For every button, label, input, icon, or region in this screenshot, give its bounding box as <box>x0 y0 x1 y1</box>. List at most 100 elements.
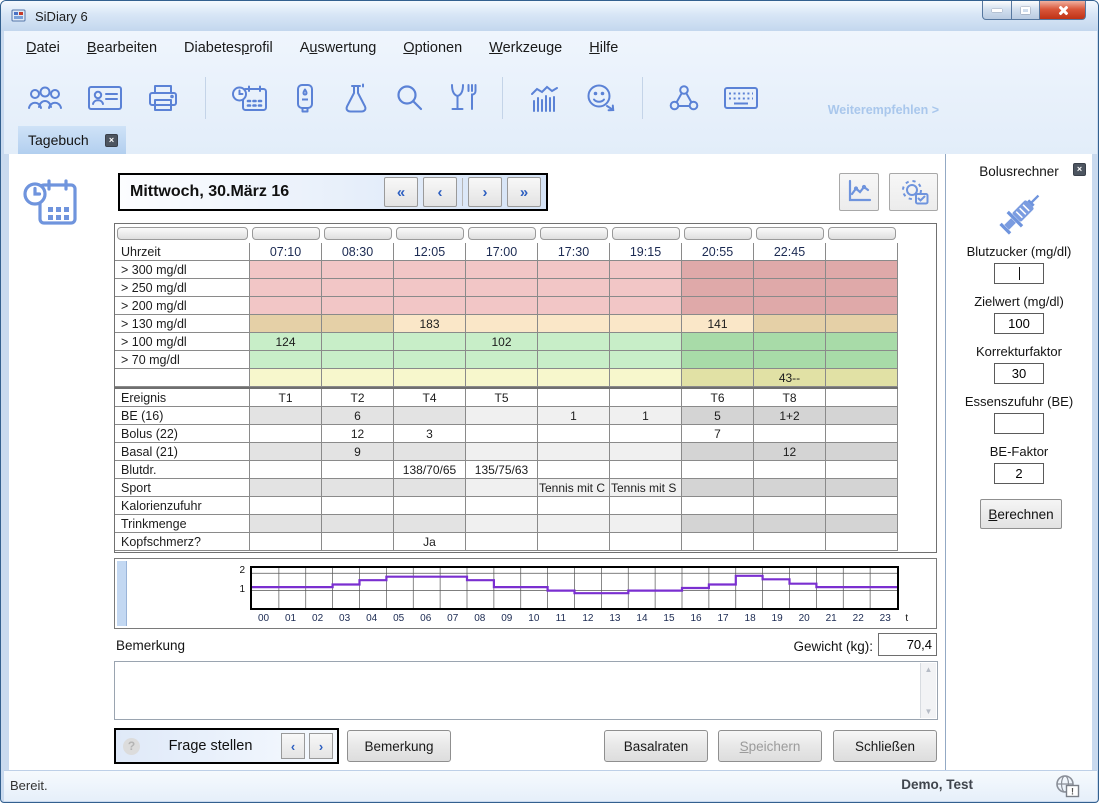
diary-cell[interactable] <box>826 425 898 443</box>
diary-cell[interactable] <box>394 515 466 533</box>
column-button[interactable] <box>612 227 680 240</box>
close-button[interactable] <box>1040 1 1086 20</box>
diary-cell[interactable] <box>466 279 538 297</box>
diary-cell[interactable] <box>538 315 610 333</box>
diary-cell[interactable]: Tennis mit S <box>610 479 682 497</box>
diary-cell[interactable] <box>250 497 322 515</box>
diary-cell[interactable] <box>826 369 898 387</box>
diary-cell[interactable]: Tennis mit C <box>538 479 610 497</box>
diary-cell[interactable] <box>682 333 754 351</box>
diary-cell[interactable] <box>322 315 394 333</box>
diary-cell[interactable] <box>610 533 682 551</box>
diary-cell[interactable] <box>754 533 826 551</box>
diary-cell[interactable]: 9 <box>322 443 394 461</box>
bolus-input-korrekturfaktor[interactable] <box>994 363 1044 384</box>
diary-cell[interactable] <box>394 297 466 315</box>
nav-next-button[interactable]: › <box>468 177 502 207</box>
column-button[interactable] <box>756 227 824 240</box>
diary-cell[interactable] <box>466 533 538 551</box>
diary-cell[interactable]: Ja <box>394 533 466 551</box>
diary-cell[interactable] <box>322 515 394 533</box>
diary-cell[interactable] <box>610 315 682 333</box>
diary-cell[interactable]: 20:55 <box>682 243 754 261</box>
diary-cell[interactable] <box>682 515 754 533</box>
diary-cell[interactable]: 22:45 <box>754 243 826 261</box>
diary-cell[interactable] <box>322 533 394 551</box>
diary-cell[interactable] <box>466 315 538 333</box>
meter-device-icon[interactable] <box>292 83 318 113</box>
diary-cell[interactable] <box>466 515 538 533</box>
diary-cell[interactable] <box>826 243 898 261</box>
diary-cell[interactable] <box>754 315 826 333</box>
basalraten-button[interactable]: Basalraten <box>604 730 708 762</box>
bolus-input-blutzucker[interactable] <box>994 263 1044 284</box>
menu-werkzeuge[interactable]: Werkzeuge <box>489 40 562 56</box>
diary-cell[interactable]: 1 <box>610 407 682 425</box>
column-button[interactable] <box>117 227 248 240</box>
diary-cell[interactable] <box>754 261 826 279</box>
diary-cell[interactable] <box>682 497 754 515</box>
diary-cell[interactable] <box>826 333 898 351</box>
diary-cell[interactable] <box>250 479 322 497</box>
diary-cell[interactable] <box>466 261 538 279</box>
diary-cell[interactable] <box>466 369 538 387</box>
diary-cell[interactable] <box>322 261 394 279</box>
search-icon[interactable] <box>394 83 424 113</box>
diary-cell[interactable] <box>610 369 682 387</box>
statistics-icon[interactable] <box>528 83 562 113</box>
diary-cell[interactable] <box>826 407 898 425</box>
ask-question-panel[interactable]: ? Frage stellen ‹ › <box>114 728 339 764</box>
diary-cell[interactable] <box>250 515 322 533</box>
diary-cell[interactable] <box>754 351 826 369</box>
diary-cell[interactable] <box>322 479 394 497</box>
diary-cell[interactable]: 138/70/65 <box>394 461 466 479</box>
diary-cell[interactable] <box>826 515 898 533</box>
menu-datei[interactable]: Datei <box>26 40 60 56</box>
diary-cell[interactable] <box>394 443 466 461</box>
diary-cell[interactable] <box>610 425 682 443</box>
diary-cell[interactable]: T2 <box>322 389 394 407</box>
diary-cell[interactable] <box>538 425 610 443</box>
diary-cell[interactable] <box>466 497 538 515</box>
column-button[interactable] <box>468 227 536 240</box>
diary-cell[interactable] <box>538 443 610 461</box>
diary-cell[interactable]: 141 <box>682 315 754 333</box>
diary-cell[interactable] <box>394 407 466 425</box>
maximize-button[interactable] <box>1012 1 1040 20</box>
diary-cell[interactable]: T6 <box>682 389 754 407</box>
diary-cell[interactable] <box>826 389 898 407</box>
diary-cell[interactable] <box>610 351 682 369</box>
diary-cell[interactable] <box>394 261 466 279</box>
diary-cell[interactable] <box>250 407 322 425</box>
diary-cell[interactable] <box>682 461 754 479</box>
diary-cell[interactable] <box>754 461 826 479</box>
diary-cell[interactable] <box>826 533 898 551</box>
diary-cell[interactable]: 6 <box>322 407 394 425</box>
diary-cell[interactable] <box>322 461 394 479</box>
diary-cell[interactable] <box>538 515 610 533</box>
bolus-input-be-faktor[interactable] <box>994 463 1044 484</box>
diary-cell[interactable] <box>322 333 394 351</box>
printer-icon[interactable] <box>146 83 180 113</box>
diary-cell[interactable] <box>250 369 322 387</box>
diary-cell[interactable]: 07:10 <box>250 243 322 261</box>
tab-close-icon[interactable]: × <box>105 134 118 147</box>
minimize-button[interactable] <box>982 1 1012 20</box>
menu-optionen[interactable]: Optionen <box>403 40 462 56</box>
diary-cell[interactable] <box>538 369 610 387</box>
diary-cell[interactable] <box>826 479 898 497</box>
diary-cell[interactable] <box>826 443 898 461</box>
diary-cell[interactable]: T1 <box>250 389 322 407</box>
diary-cell[interactable] <box>538 297 610 315</box>
diary-cell[interactable] <box>394 279 466 297</box>
diary-cell[interactable]: 19:15 <box>610 243 682 261</box>
diary-cell[interactable] <box>394 369 466 387</box>
diary-cell[interactable]: 124 <box>250 333 322 351</box>
lab-flask-icon[interactable] <box>341 83 371 113</box>
diary-cell[interactable]: 3 <box>394 425 466 443</box>
diary-cell[interactable] <box>466 351 538 369</box>
diary-cell[interactable] <box>682 533 754 551</box>
diary-cell[interactable] <box>610 443 682 461</box>
diary-cell[interactable] <box>682 351 754 369</box>
diary-cell[interactable] <box>610 461 682 479</box>
